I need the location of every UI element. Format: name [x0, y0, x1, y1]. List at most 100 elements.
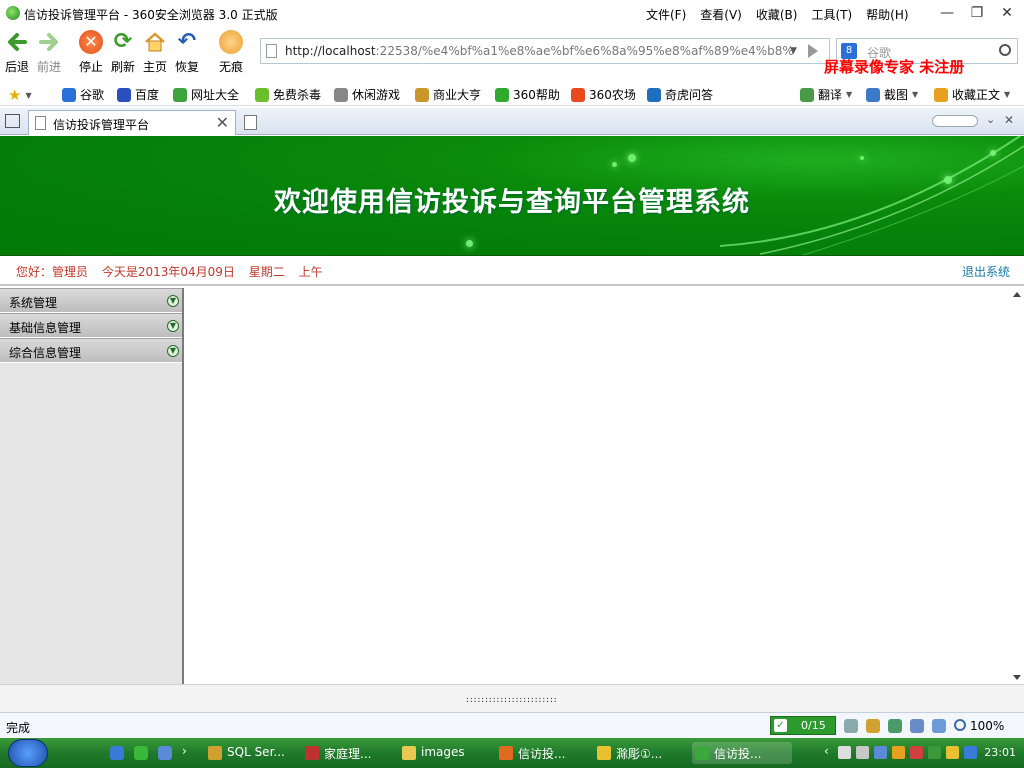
tray-icon[interactable]: [946, 746, 959, 759]
go-icon[interactable]: [808, 44, 818, 58]
status-text: 完成: [6, 721, 31, 735]
address-dropdown-icon[interactable]: ▼: [790, 46, 797, 56]
fav-360-help[interactable]: 360帮助: [495, 86, 560, 103]
speaker-icon[interactable]: [932, 719, 946, 733]
back-button[interactable]: 后退: [2, 30, 32, 75]
fav-business-tycoon[interactable]: 商业大亨: [415, 86, 481, 103]
refresh-icon: ⟳: [113, 29, 133, 54]
menu-tools[interactable]: 工具(T): [811, 6, 852, 23]
sidebar-item-comprehensive-info[interactable]: 综合信息管理 ▼: [0, 338, 182, 363]
stop-button[interactable]: ✕ 停止: [76, 30, 106, 75]
restore-button[interactable]: ↶ 恢复: [172, 30, 202, 75]
tray-icon[interactable]: [892, 746, 905, 759]
sidebar-item-basic-info[interactable]: 基础信息管理 ▼: [0, 313, 182, 338]
close-tab-icon[interactable]: ✕: [216, 113, 229, 132]
status-bar: 完成 ✓ 0/15 100%: [0, 712, 1024, 738]
taskbar-item-xinfang-1[interactable]: 信访投...: [496, 742, 588, 764]
tray-icon[interactable]: [910, 746, 923, 759]
status-tool-icon[interactable]: [866, 719, 880, 733]
taskbar-item-document[interactable]: 滁彫①...: [594, 742, 686, 764]
menu-help[interactable]: 帮助(H): [866, 6, 908, 23]
logout-link[interactable]: 退出系统: [962, 263, 1010, 280]
window-title: 信访投诉管理平台 - 360安全浏览器 3.0 正式版: [24, 8, 278, 22]
zoom-icon[interactable]: [954, 719, 966, 731]
check-icon: ✓: [774, 719, 787, 732]
screenshot-icon: [866, 87, 880, 102]
chevron-left-icon[interactable]: ‹: [824, 744, 829, 758]
translate-button[interactable]: 翻译 ▼: [800, 86, 852, 103]
close-icon[interactable]: ✕: [1004, 113, 1014, 127]
browser360-icon[interactable]: [134, 746, 148, 760]
taskbar-item-xinfang-browser[interactable]: 信访投...: [692, 742, 792, 764]
desktop-icon[interactable]: [158, 746, 172, 760]
expand-icon[interactable]: ▼: [167, 295, 179, 307]
expand-icon[interactable]: ▼: [167, 320, 179, 332]
sidebar: 系统管理 ▼ 基础信息管理 ▼ 综合信息管理 ▼: [0, 288, 184, 684]
close-window-icon[interactable]: ✕: [996, 2, 1018, 24]
restore-window-icon[interactable]: ❐: [966, 2, 988, 24]
tray-icon[interactable]: [838, 746, 851, 759]
app-icon: [597, 746, 611, 760]
antivirus-icon: [255, 87, 269, 102]
page-icon: [35, 116, 46, 130]
incognito-button[interactable]: 无痕: [216, 30, 246, 75]
stop-label: 停止: [78, 60, 103, 74]
menu-file[interactable]: 文件(F): [646, 6, 686, 23]
fav-antivirus[interactable]: 免费杀毒: [255, 86, 321, 103]
chevron-down-icon[interactable]: ⌄: [986, 113, 995, 126]
tab-list-icon[interactable]: [5, 114, 20, 128]
favorites-star-icon[interactable]: ★ ▼: [8, 86, 32, 104]
app-icon: [208, 746, 222, 760]
search-icon[interactable]: [999, 44, 1011, 56]
fav-url-directory[interactable]: 网址大全: [173, 86, 239, 103]
status-tool-icon[interactable]: [844, 719, 858, 733]
taskbar-item-family-finance[interactable]: 家庭理...: [302, 742, 394, 764]
collect-text-button[interactable]: 收藏正文 ▼: [934, 86, 1010, 103]
menu-view[interactable]: 查看(V): [700, 6, 742, 23]
flower-icon: [571, 87, 585, 102]
sidebar-item-system-management[interactable]: 系统管理 ▼: [0, 288, 182, 313]
expand-icon[interactable]: ▼: [167, 345, 179, 357]
splitter-grip[interactable]: ::::::::::::::::::::::::: [465, 695, 558, 704]
scroll-down-icon[interactable]: [1013, 675, 1021, 680]
status-tool-icon[interactable]: [910, 719, 924, 733]
tab-search-pill[interactable]: [932, 115, 978, 127]
download-counter[interactable]: ✓ 0/15: [770, 716, 836, 735]
refresh-button[interactable]: ⟳ 刷新: [108, 30, 138, 75]
address-bar[interactable]: http://localhost:22538/%e4%bf%a1%e8%ae%b…: [260, 38, 830, 64]
baidu-icon: [117, 87, 131, 102]
tray-icon[interactable]: [964, 746, 977, 759]
status-tool-icon[interactable]: [888, 719, 902, 733]
screenshot-button[interactable]: 截图 ▼: [866, 86, 918, 103]
fav-qihoo-qa[interactable]: 奇虎问答: [647, 86, 713, 103]
start-button[interactable]: [8, 739, 48, 767]
chevron-right-icon[interactable]: ›: [182, 744, 187, 758]
zoom-level[interactable]: 100%: [970, 719, 1004, 733]
taskbar-item-images-folder[interactable]: images: [399, 742, 491, 764]
incognito-label: 无痕: [218, 60, 243, 74]
today-date: 今天是2013年04月09日: [101, 265, 235, 279]
vertical-scrollbar[interactable]: [1010, 288, 1024, 684]
menu-favorites[interactable]: 收藏(B): [756, 6, 798, 23]
fav-casual-games[interactable]: 休闲游戏: [334, 86, 400, 103]
frame-splitter[interactable]: ::::::::::::::::::::::::: [0, 684, 1024, 712]
forward-label: 前进: [36, 60, 61, 74]
main-content-frame: [186, 288, 1010, 684]
taskbar-item-sql-server[interactable]: SQL Ser...: [205, 742, 297, 764]
tab-active[interactable]: 信访投诉管理平台 ✕: [28, 110, 236, 135]
tray-icon[interactable]: [856, 746, 869, 759]
new-tab-icon[interactable]: [244, 115, 257, 130]
fav-baidu[interactable]: 百度: [117, 86, 159, 103]
fav-360-farm[interactable]: 360农场: [571, 86, 636, 103]
restore-label: 恢复: [174, 60, 199, 74]
tycoon-icon: [415, 87, 429, 102]
scroll-up-icon[interactable]: [1013, 292, 1021, 297]
minimize-icon[interactable]: —: [936, 2, 958, 24]
ie-icon[interactable]: [110, 746, 124, 760]
fav-google[interactable]: 谷歌: [62, 86, 104, 103]
paw-icon: [219, 30, 243, 54]
forward-button[interactable]: 前进: [34, 30, 64, 75]
tray-icon[interactable]: [874, 746, 887, 759]
home-button[interactable]: 主页: [140, 30, 170, 75]
shield-icon[interactable]: [928, 746, 941, 759]
